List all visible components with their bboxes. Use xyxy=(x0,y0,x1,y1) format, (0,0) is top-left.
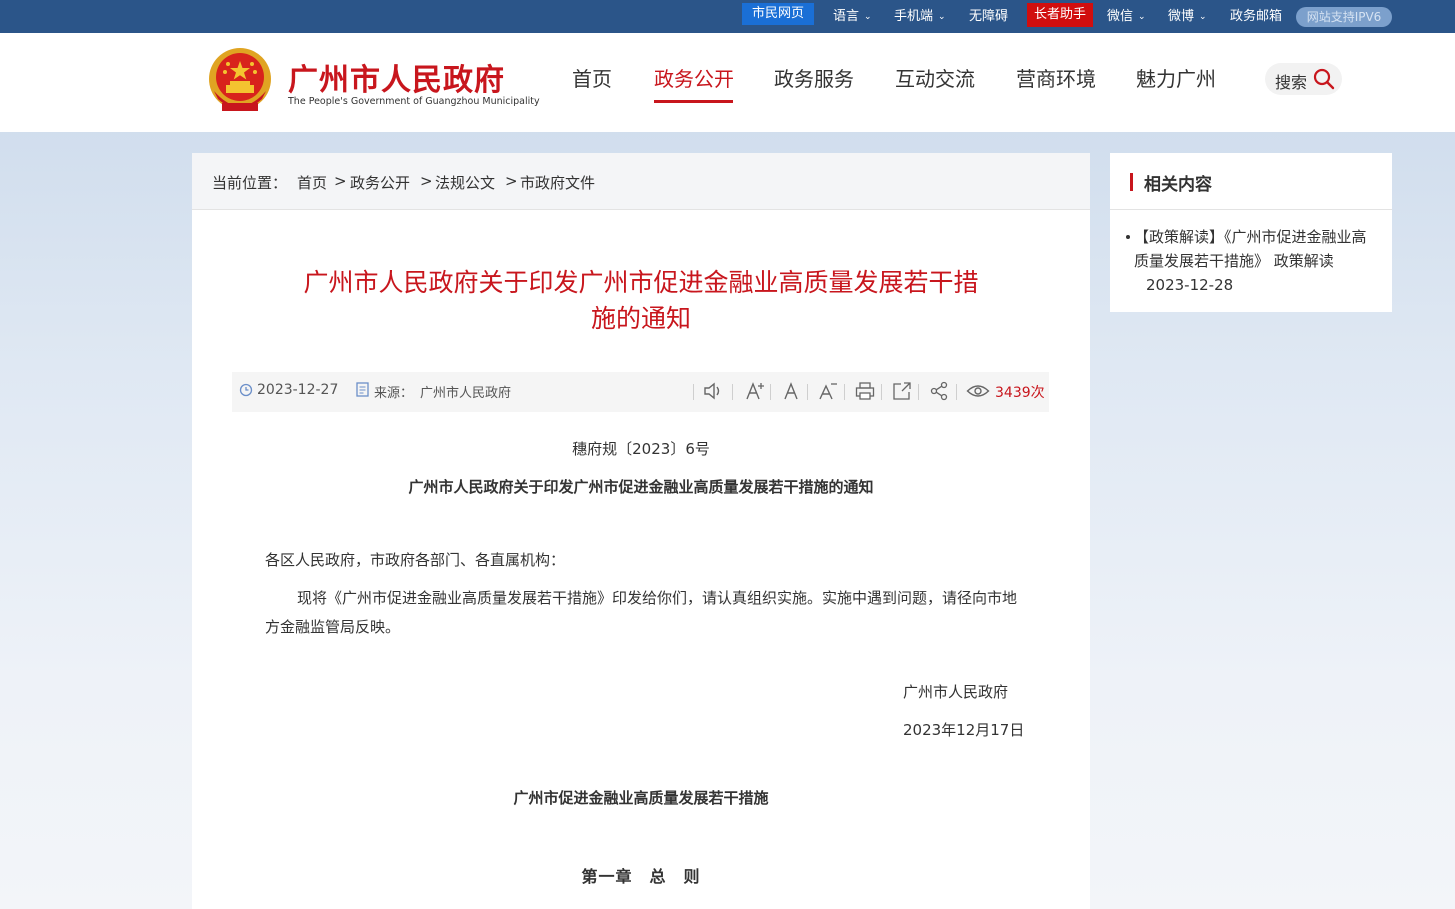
breadcrumb-separator: > xyxy=(334,172,347,190)
chevron-down-icon: ⌄ xyxy=(938,12,946,22)
publish-date: 2023-12-27 xyxy=(257,382,339,398)
salutation: 各区人民政府，市政府各部门、各直属机构： xyxy=(265,551,566,569)
toolbar-divider xyxy=(770,384,771,400)
sign-date: 2023年12月17日 xyxy=(903,721,1025,739)
language-menu[interactable]: 语言 ⌄ xyxy=(833,0,872,33)
related-content-panel: 相关内容 【政策解读】《广州市促进金融业高质量发展若干措施》 政策解读 2023-… xyxy=(1110,153,1392,312)
related-item-text[interactable]: 【政策解读】《广州市促进金融业高质量发展若干措施》 政策解读 xyxy=(1134,228,1367,270)
font-increase-icon[interactable] xyxy=(744,380,766,402)
search-label: 搜索 xyxy=(1275,73,1308,92)
bullet-icon xyxy=(1126,235,1130,239)
font-default-icon[interactable] xyxy=(780,380,802,402)
toolbar-divider xyxy=(693,384,694,400)
source-label: 来源： xyxy=(374,386,414,401)
national-emblem-icon[interactable] xyxy=(206,47,274,117)
article-meta-bar: 2023-12-27 来源： 广州市人民政府 3439次 xyxy=(232,372,1049,412)
speaker-icon[interactable] xyxy=(702,380,724,402)
citizen-page-link[interactable]: 市民网页 xyxy=(742,3,814,25)
mobile-label: 手机端 xyxy=(894,9,934,24)
breadcrumb-separator: > xyxy=(420,172,433,190)
toolbar-divider xyxy=(956,384,957,400)
toolbar-divider xyxy=(881,384,882,400)
search-button[interactable]: 搜索 xyxy=(1265,63,1342,95)
nav-gov-services[interactable]: 政务服务 xyxy=(774,63,854,92)
nav-gov-affairs-open[interactable]: 政务公开 xyxy=(654,63,734,92)
nav-charm-guangzhou[interactable]: 魅力广州 xyxy=(1136,63,1216,92)
breadcrumb-item-home[interactable]: 首页 xyxy=(297,172,327,193)
related-content-header: 相关内容 xyxy=(1110,153,1392,210)
breadcrumb-item-municipal-docs[interactable]: 市政府文件 xyxy=(520,172,595,193)
share-icon[interactable] xyxy=(928,380,950,402)
site-title-english: The People's Government of Guangzhou Mun… xyxy=(288,96,540,107)
article-panel: 当前位置： 首页 > 政务公开 > 法规公文 > 市政府文件 广州市人民政府关于… xyxy=(192,153,1090,909)
document-subtitle: 广州市人民政府关于印发广州市促进金融业高质量发展若干措施的通知 xyxy=(408,478,874,496)
breadcrumb-item-regulations[interactable]: 法规公文 xyxy=(435,172,495,193)
article-title: 广州市人民政府关于印发广州市促进金融业高质量发展若干措施的通知 xyxy=(303,268,979,333)
document-icon xyxy=(356,382,369,401)
toolbar-divider xyxy=(807,384,808,400)
toolbar-divider xyxy=(844,384,845,400)
nav-business-environment[interactable]: 营商环境 xyxy=(1016,63,1096,92)
chevron-down-icon: ⌄ xyxy=(1138,12,1146,22)
related-item[interactable]: 【政策解读】《广州市促进金融业高质量发展若干措施》 政策解读 2023-12-28 xyxy=(1134,225,1380,297)
accent-bar xyxy=(1130,173,1133,191)
open-icon[interactable] xyxy=(891,380,913,402)
chevron-down-icon: ⌄ xyxy=(864,12,872,22)
wechat-label: 微信 xyxy=(1107,9,1134,24)
site-title[interactable]: 广州市人民政府 xyxy=(288,55,505,99)
measures-title: 广州市促进金融业高质量发展若干措施 xyxy=(513,789,769,807)
chevron-down-icon: ⌄ xyxy=(1199,12,1207,22)
eye-icon xyxy=(966,380,990,402)
ipv6-badge: 网站支持IPV6 xyxy=(1296,7,1392,27)
nav-interaction[interactable]: 互动交流 xyxy=(895,63,975,92)
weibo-label: 微博 xyxy=(1168,9,1195,24)
toolbar-divider xyxy=(918,384,919,400)
weibo-menu[interactable]: 微博 ⌄ xyxy=(1168,0,1207,33)
top-utility-bar: 市民网页 语言 ⌄ 手机端 ⌄ 无障碍 长者助手 微信 ⌄ 微博 ⌄ 政务邮箱 网站支持… xyxy=(0,0,1455,33)
font-decrease-icon[interactable] xyxy=(817,380,839,402)
related-content-title: 相关内容 xyxy=(1144,175,1212,195)
elder-assistant-button[interactable]: 长者助手 xyxy=(1027,3,1093,27)
search-icon xyxy=(1313,68,1335,94)
language-label: 语言 xyxy=(833,9,860,24)
signature: 广州市人民政府 xyxy=(903,683,1009,701)
clock-icon xyxy=(239,382,253,401)
accessibility-link[interactable]: 无障碍 xyxy=(969,0,1008,33)
document-number: 穗府规〔2023〕6号 xyxy=(572,440,710,458)
breadcrumb: 当前位置： 首页 > 政务公开 > 法规公文 > 市政府文件 xyxy=(192,153,1090,210)
nav-home[interactable]: 首页 xyxy=(572,63,612,92)
related-item-date: 2023-12-28 xyxy=(1146,276,1234,294)
source-value: 广州市人民政府 xyxy=(420,386,512,401)
breadcrumb-prefix: 当前位置： xyxy=(212,174,288,192)
toolbar-divider xyxy=(732,384,733,400)
breadcrumb-item-gov-open[interactable]: 政务公开 xyxy=(350,172,410,193)
body-paragraph: 现将《广州市促进金融业高质量发展若干措施》印发给你们，请认真组织实施。实施中遇到… xyxy=(265,589,1018,636)
mobile-menu[interactable]: 手机端 ⌄ xyxy=(894,0,946,33)
wechat-menu[interactable]: 微信 ⌄ xyxy=(1107,0,1146,33)
nav-active-indicator xyxy=(654,100,733,103)
print-icon[interactable] xyxy=(854,380,876,402)
breadcrumb-separator: > xyxy=(505,172,518,190)
gov-mail-link[interactable]: 政务邮箱 xyxy=(1230,0,1282,33)
site-header: 广州市人民政府 The People's Government of Guang… xyxy=(0,33,1455,132)
view-count: 3439次 xyxy=(995,385,1045,401)
chapter-heading: 第一章 总 则 xyxy=(581,867,701,886)
